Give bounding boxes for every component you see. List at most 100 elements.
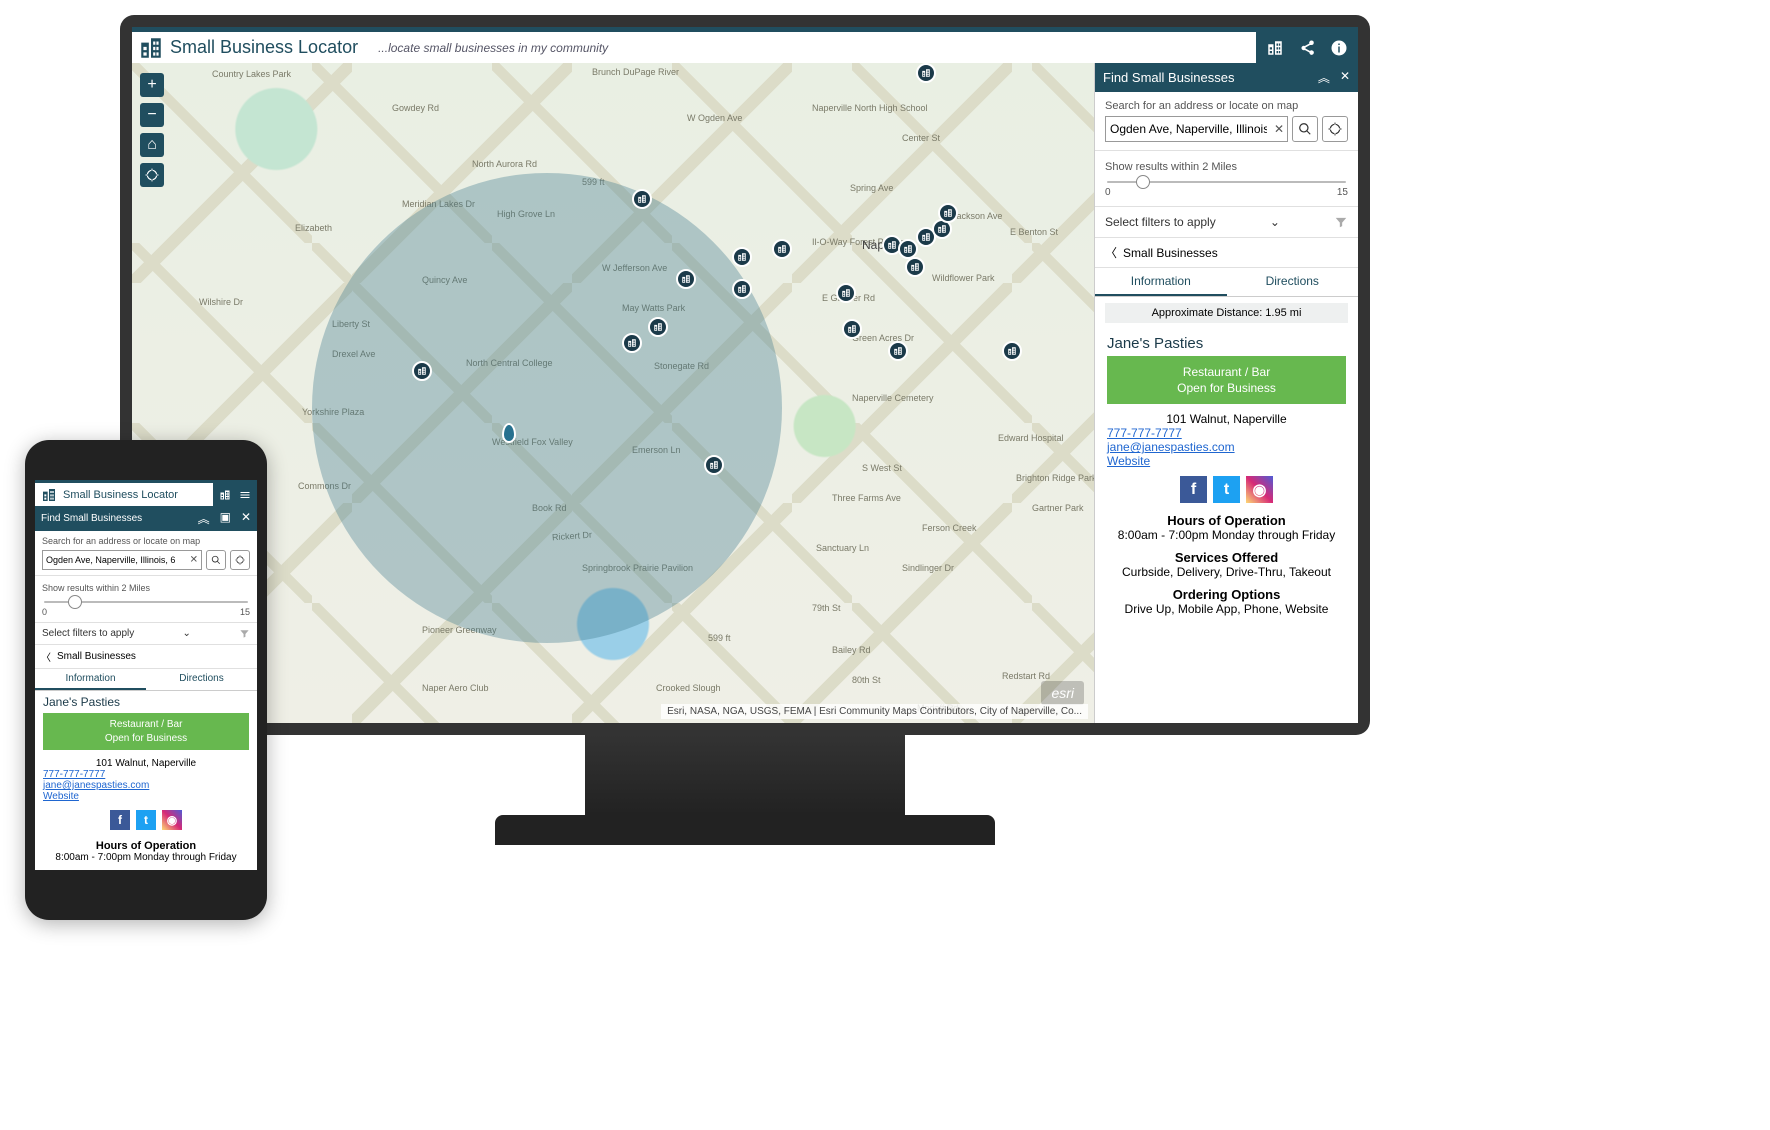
tab-directions-mobile[interactable]: Directions [146,669,257,690]
distance-slider-mobile[interactable] [44,601,248,603]
address-input[interactable] [1105,116,1288,142]
road-label: 79th St [812,603,841,613]
business-pin[interactable] [632,189,652,209]
back-to-list[interactable]: 〈 Small Businesses [1095,238,1358,268]
business-email-mobile[interactable]: jane@janespasties.com [43,780,249,791]
slider-thumb[interactable] [1136,175,1150,189]
business-website[interactable]: Website [1107,454,1346,468]
distance-slider[interactable] [1107,181,1346,183]
buildings-icon[interactable] [1266,39,1284,57]
locate-button[interactable] [1322,116,1348,142]
app-logo-icon [41,487,57,503]
road-label: 599 ft [708,633,731,643]
hours-heading: Hours of Operation [1107,513,1346,528]
road-label: Spring Ave [850,183,893,193]
business-pin[interactable] [732,247,752,267]
slider-max: 15 [240,607,250,617]
address-input-mobile[interactable] [42,550,202,570]
business-pin[interactable] [676,269,696,289]
menu-icon[interactable] [239,489,251,501]
tab-information-mobile[interactable]: Information [35,669,146,690]
business-pin[interactable] [916,63,936,83]
business-pin[interactable] [732,279,752,299]
app-header: Small Business Locator ...locate small b… [132,27,1358,63]
tab-information[interactable]: Information [1095,268,1227,296]
business-pin[interactable] [622,333,642,353]
slider-max: 15 [1337,187,1348,198]
business-pin[interactable] [1002,341,1022,361]
road-label: Crooked Slough [656,683,721,693]
business-name: Jane's Pasties [1107,335,1346,352]
instagram-icon[interactable]: ◉ [1246,476,1273,503]
business-pin[interactable] [412,361,432,381]
filters-label-mobile: Select filters to apply [42,628,134,639]
zoom-out-button[interactable]: − [140,103,164,127]
search-point-pin[interactable] [502,423,516,443]
services-text: Curbside, Delivery, Drive-Thru, Takeout [1107,565,1346,579]
business-pin[interactable] [888,341,908,361]
locate-button[interactable] [230,550,250,570]
business-pin[interactable] [772,239,792,259]
business-pin[interactable] [842,319,862,339]
expand-icon[interactable]: ▣ [220,510,231,527]
slider-min: 0 [42,607,47,617]
business-phone[interactable]: 777-777-7777 [1107,426,1346,440]
slider-label: Show results within 2 Miles [1105,161,1348,173]
chevron-down-icon[interactable]: ⌄ [182,628,190,639]
clear-input-icon[interactable]: ✕ [190,555,198,566]
business-pin[interactable] [938,203,958,223]
road-label: Country Lakes Park [212,69,291,79]
business-pin[interactable] [648,317,668,337]
clear-input-icon[interactable]: ✕ [1274,122,1284,136]
back-to-list-mobile[interactable]: 〈 Small Businesses [35,645,257,669]
share-icon[interactable] [1298,39,1316,57]
tab-directions[interactable]: Directions [1227,268,1359,296]
close-icon[interactable]: ✕ [1340,69,1350,86]
road-label: Gowdey Rd [392,103,439,113]
zoom-in-button[interactable]: + [140,73,164,97]
home-button[interactable]: ⌂ [140,133,164,157]
road-label: Elizabeth [295,223,332,233]
search-button[interactable] [1292,116,1318,142]
chevron-down-icon[interactable]: ⌄ [1270,215,1280,229]
road-label: W Ogden Ave [687,113,742,123]
business-pin[interactable] [836,283,856,303]
facebook-icon[interactable]: f [110,810,130,830]
twitter-icon[interactable]: t [136,810,156,830]
collapse-icon[interactable]: ︽ [198,510,210,527]
road-label: E Benton St [1010,227,1058,237]
business-pin[interactable] [905,257,925,277]
business-email[interactable]: jane@janespasties.com [1107,440,1346,454]
facebook-icon[interactable]: f [1180,476,1207,503]
twitter-icon[interactable]: t [1213,476,1240,503]
hours-text: 8:00am - 7:00pm Monday through Friday [1107,528,1346,542]
road-label: Brighton Ridge Park [1016,473,1094,483]
chevron-left-icon: 〈 [1105,244,1117,261]
filter-icon[interactable] [239,628,250,639]
road-label: Edward Hospital [998,433,1064,443]
road-label: S West St [862,463,902,473]
map-canvas[interactable]: Country Lakes Park Gowdey Rd North Auror… [132,63,1094,723]
business-pin[interactable] [704,455,724,475]
business-address-mobile: 101 Walnut, Naperville [43,758,249,769]
road-label: Naper Aero Club [422,683,489,693]
collapse-icon[interactable]: ︽ [1318,69,1330,86]
search-button[interactable] [206,550,226,570]
status-badge-mobile: Restaurant / Bar Open for Business [43,713,249,750]
locate-me-button[interactable] [140,163,164,187]
buildings-icon[interactable] [219,489,231,501]
back-label: Small Businesses [57,651,136,662]
instagram-icon[interactable]: ◉ [162,810,182,830]
find-businesses-panel: Find Small Businesses ︽ ✕ Search for an … [1094,63,1358,723]
info-icon[interactable] [1330,39,1348,57]
business-website-mobile[interactable]: Website [43,791,249,802]
filter-icon[interactable] [1334,215,1348,229]
search-label: Search for an address or locate on map [1105,100,1348,112]
search-radius-circle [312,173,782,643]
close-icon[interactable]: ✕ [241,510,251,527]
road-label: Sindlinger Dr [902,563,954,573]
business-pin[interactable] [898,239,918,259]
business-phone-mobile[interactable]: 777-777-7777 [43,769,249,780]
ordering-text: Drive Up, Mobile App, Phone, Website [1107,602,1346,616]
search-label-mobile: Search for an address or locate on map [42,536,250,546]
